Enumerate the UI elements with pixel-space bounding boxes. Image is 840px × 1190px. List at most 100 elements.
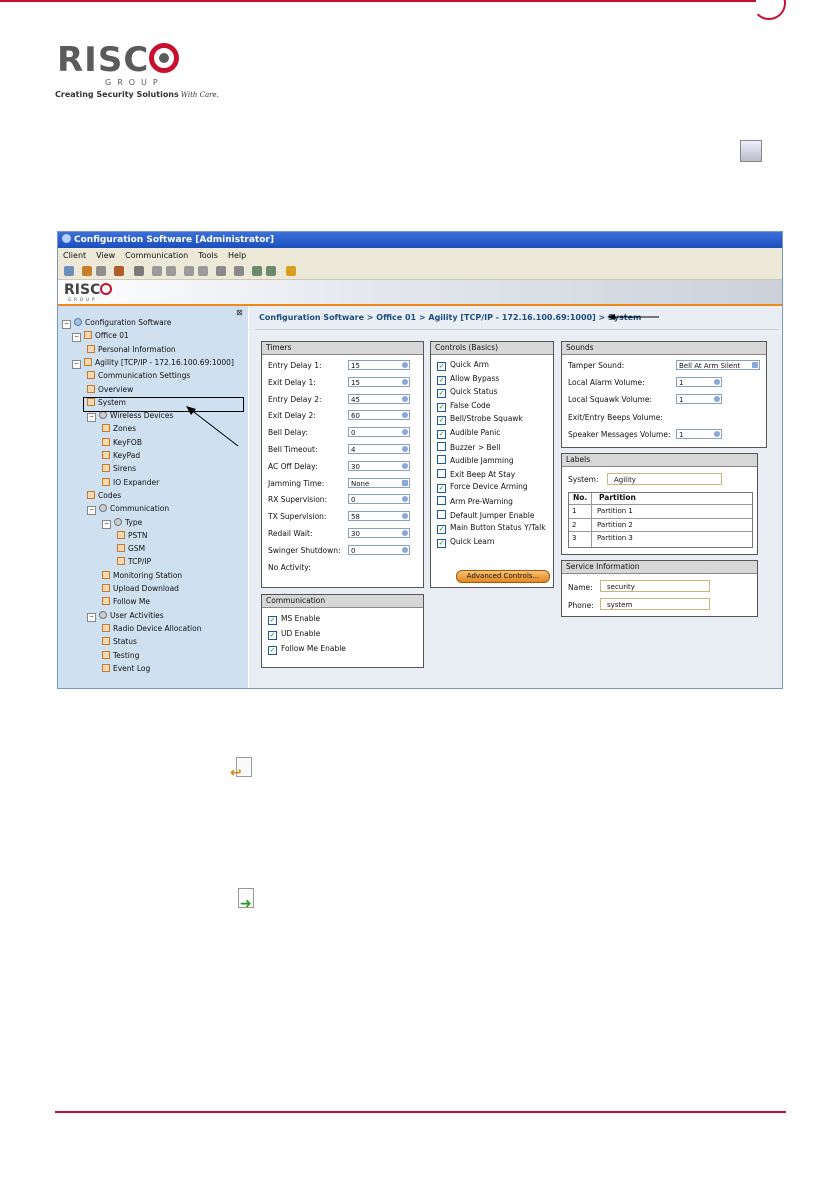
- tamper-sound-select[interactable]: Bell At Arm Silent: [676, 360, 760, 370]
- communication-checkbox[interactable]: ✓ UD Enable: [268, 629, 320, 640]
- checkbox-box[interactable]: ✓: [437, 362, 446, 371]
- checkbox-box[interactable]: ✓: [437, 525, 446, 535]
- communication-checkbox[interactable]: ✓ Follow Me Enable: [268, 644, 346, 655]
- toolbar-icon[interactable]: [166, 266, 176, 276]
- toolbar-icon[interactable]: [134, 266, 144, 276]
- timer-spinner[interactable]: 15: [348, 360, 410, 370]
- control-checkbox[interactable]: ✓ Allow Bypass: [437, 374, 499, 385]
- checkbox-box[interactable]: ✓: [437, 375, 446, 385]
- toolbar-icon[interactable]: [184, 266, 194, 276]
- control-checkbox[interactable]: Default Jumper Enable: [437, 509, 535, 520]
- timer-spinner[interactable]: 30: [348, 460, 410, 471]
- timer-label: Bell Timeout:: [268, 445, 318, 454]
- checkbox-label: Default Jumper Enable: [450, 510, 535, 520]
- advanced-controls-button[interactable]: Advanced Controls...: [456, 570, 550, 583]
- checkbox-box[interactable]: ✓: [437, 484, 446, 494]
- checkbox-box[interactable]: ✓: [437, 430, 446, 439]
- service-name-field[interactable]: security: [600, 580, 710, 592]
- service-info-panel: Service Information Name: security Phone…: [561, 560, 758, 617]
- checkbox-box[interactable]: [437, 509, 446, 519]
- control-checkbox[interactable]: Arm Pre-Warning: [437, 496, 513, 506]
- checkbox-box[interactable]: [437, 468, 446, 478]
- timer-label: Entry Delay 1:: [268, 361, 322, 370]
- timer-spinner[interactable]: 4: [348, 444, 410, 454]
- table-cell: 2: [572, 521, 577, 529]
- checkbox-label: False Code: [450, 400, 491, 410]
- timer-spinner[interactable]: 0: [348, 544, 410, 555]
- volume-spinner[interactable]: 1: [676, 377, 722, 387]
- menu-communication[interactable]: Communication: [120, 248, 193, 263]
- control-checkbox[interactable]: ✓ Force Device Arming: [437, 482, 528, 494]
- labels-panel: Labels System: Agility No. Partition 1 P…: [561, 453, 758, 555]
- timer-spinner[interactable]: 15: [348, 376, 410, 387]
- control-checkbox[interactable]: Exit Beep At Stay: [437, 468, 516, 479]
- checkbox-box[interactable]: ✓: [437, 416, 446, 426]
- timer-label: Entry Delay 2:: [268, 394, 322, 404]
- table-cell[interactable]: Partition 2: [597, 521, 633, 529]
- timer-spinner[interactable]: 58: [348, 511, 410, 522]
- jamming-time-select[interactable]: None: [348, 477, 410, 488]
- control-checkbox[interactable]: ✓ Quick Arm: [437, 360, 489, 371]
- communication-checkbox[interactable]: ✓ MS Enable: [268, 614, 320, 625]
- control-checkbox[interactable]: ✓ Bell/Strobe Squawk: [437, 414, 523, 426]
- checkbox-box[interactable]: ✓: [268, 646, 277, 655]
- menu-view[interactable]: View: [91, 248, 120, 263]
- checkbox-box[interactable]: ✓: [268, 616, 277, 625]
- control-checkbox[interactable]: Audible Jamming: [437, 455, 514, 465]
- lightning-icon[interactable]: [286, 266, 296, 276]
- service-phone-label: Phone:: [568, 601, 594, 610]
- control-checkbox[interactable]: Buzzer > Bell: [437, 441, 500, 452]
- table-cell[interactable]: Partition 3: [597, 534, 633, 542]
- checkbox-label: Bell/Strobe Squawk: [450, 414, 523, 424]
- app-icon: [62, 234, 71, 243]
- checkbox-box[interactable]: [437, 441, 446, 451]
- timer-spinner[interactable]: 45: [348, 393, 410, 404]
- sounds-title: Sounds: [562, 342, 766, 355]
- control-checkbox[interactable]: ✓ Quick Status: [437, 387, 498, 399]
- navigation-tree: ⊠ − Configuration Software − Office 01 Perso…: [58, 306, 248, 688]
- control-checkbox[interactable]: ✓ Main Button Status Y/Talk: [437, 523, 546, 535]
- service-name-label: Name:: [568, 583, 593, 592]
- toolbar-icon[interactable]: [266, 266, 276, 276]
- control-checkbox[interactable]: ✓ Quick Learn: [437, 537, 495, 548]
- toolbar-icon[interactable]: [64, 266, 74, 276]
- timer-spinner[interactable]: 0: [348, 427, 410, 438]
- system-name-field[interactable]: Agility: [607, 473, 722, 485]
- menu-client[interactable]: Client: [58, 248, 91, 263]
- checkbox-box[interactable]: [437, 496, 446, 505]
- checkbox-box[interactable]: ✓: [437, 402, 446, 412]
- toolbar-icon[interactable]: [198, 266, 208, 276]
- toolbar-icon[interactable]: [252, 266, 262, 276]
- checkbox-box[interactable]: ✓: [437, 538, 446, 548]
- timer-label: Exit Delay 2:: [268, 411, 316, 421]
- annotation-arrow: [186, 406, 239, 447]
- service-phone-field[interactable]: system: [600, 598, 710, 610]
- table-cell[interactable]: Partition 1: [597, 507, 633, 515]
- control-checkbox[interactable]: ✓ False Code: [437, 401, 490, 412]
- toolbar-icon[interactable]: [114, 266, 124, 276]
- toolbar-icon[interactable]: [152, 266, 162, 276]
- checkbox-box[interactable]: [437, 455, 446, 465]
- toolbar-icon[interactable]: [82, 266, 92, 276]
- eye-icon: [740, 140, 762, 162]
- timer-label: Exit Delay 1:: [268, 377, 316, 387]
- timer-spinner[interactable]: 60: [348, 410, 410, 421]
- menubar: Client View Communication Tools Help: [58, 248, 782, 263]
- checkbox-box[interactable]: ✓: [437, 389, 446, 399]
- risco-logo: RISC GROUP Creating Security Solutions Wi…: [55, 40, 219, 99]
- timer-spinner[interactable]: 0: [348, 494, 410, 505]
- control-checkbox[interactable]: ✓ Audible Panic: [437, 428, 500, 439]
- toolbar-icon[interactable]: [216, 266, 226, 276]
- menu-tools[interactable]: Tools: [193, 248, 223, 263]
- volume-spinner[interactable]: 1: [676, 394, 722, 404]
- annotation-arrow: [607, 314, 659, 320]
- brand-bar: RISC GROUP: [58, 280, 782, 306]
- toolbar-icon[interactable]: [234, 266, 244, 276]
- volume-spinner[interactable]: 1: [676, 429, 722, 439]
- controls-title: Controls (Basics): [431, 342, 553, 355]
- toolbar-icon[interactable]: [96, 266, 106, 276]
- menu-help[interactable]: Help: [223, 248, 251, 263]
- checkbox-box[interactable]: ✓: [268, 631, 277, 640]
- timer-spinner[interactable]: 30: [348, 528, 410, 538]
- checkbox-label: Exit Beep At Stay: [450, 469, 516, 479]
